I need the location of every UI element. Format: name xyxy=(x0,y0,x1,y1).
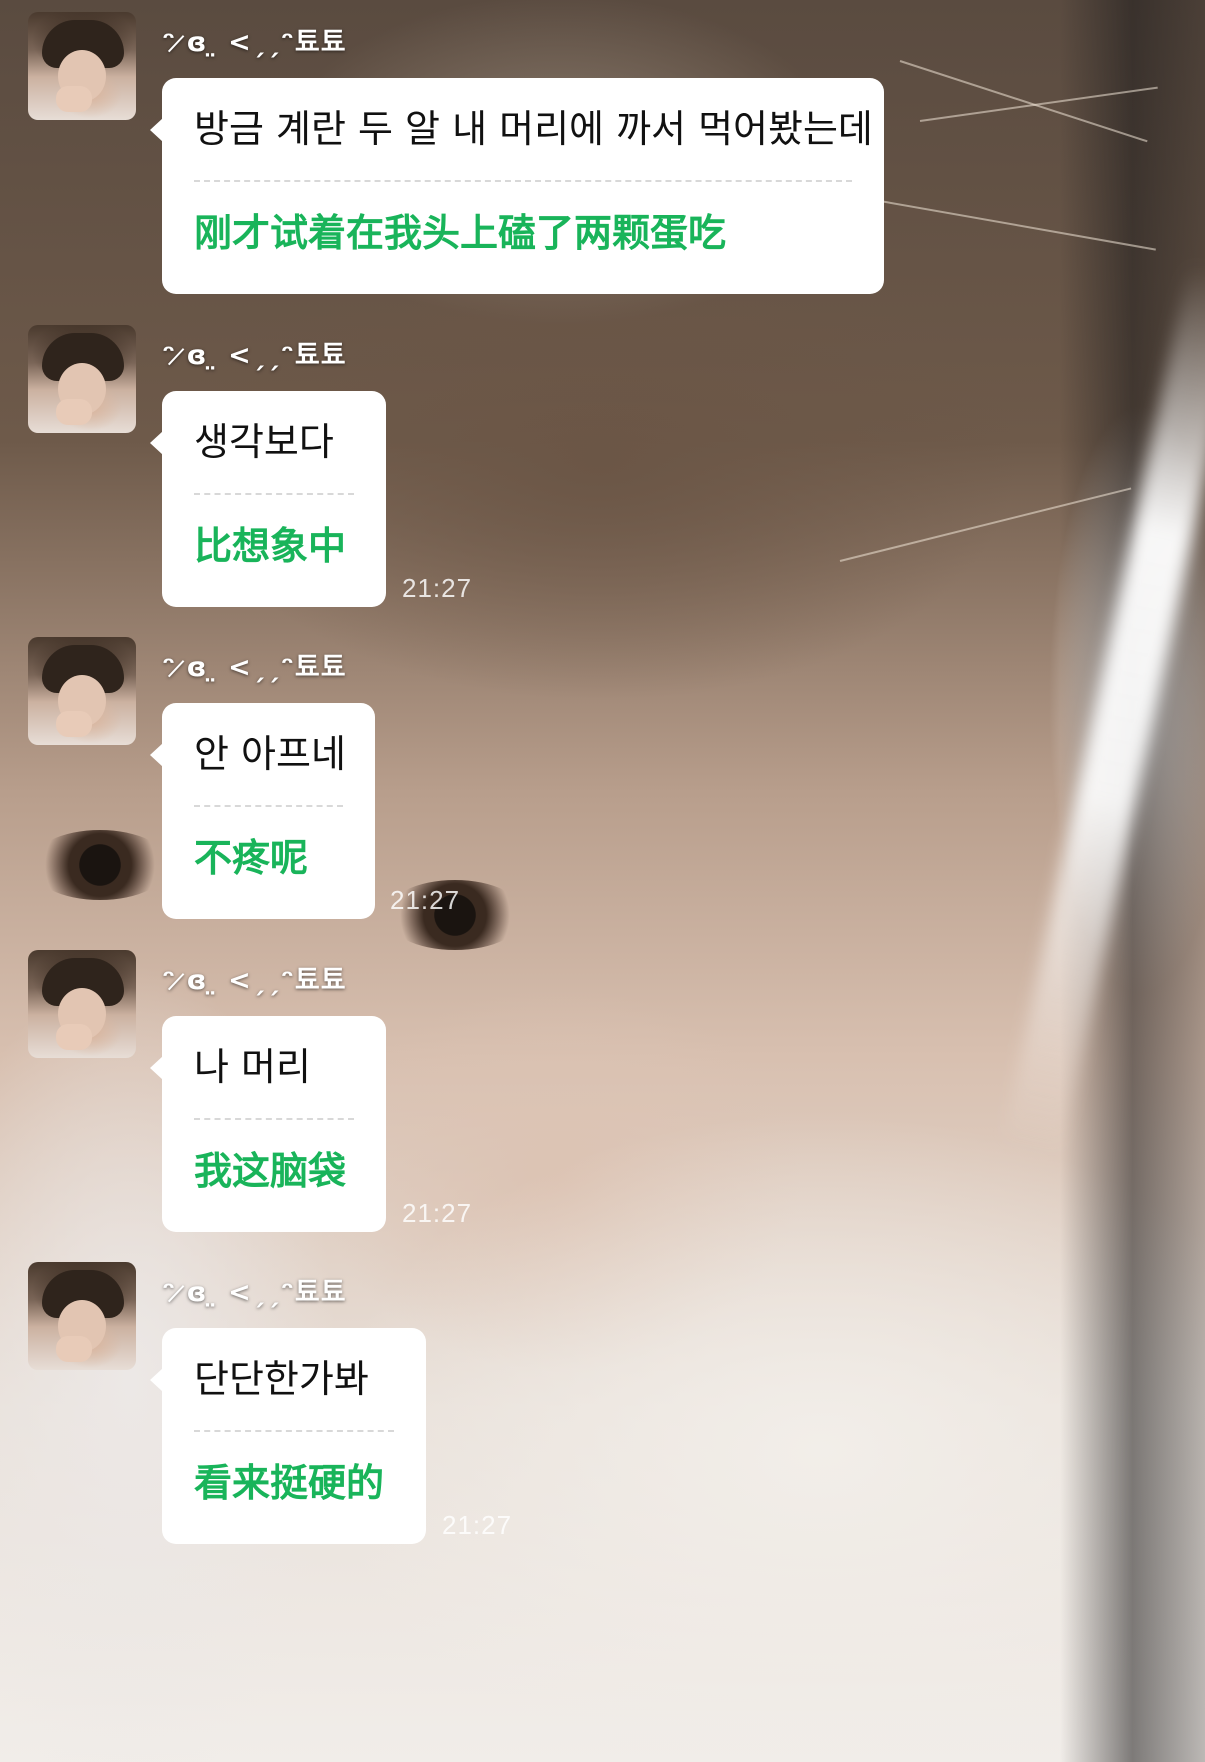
sender-avatar[interactable] xyxy=(28,950,136,1058)
message-bubble[interactable]: 안 아프네 不疼呢 xyxy=(150,703,375,919)
message-korean-text: 나 머리 xyxy=(194,1045,311,1089)
chat-message: ᵔ ̷ɞ ̤ <ˏˏᵔ툐툐 안 아프네 不疼呢 21:27 xyxy=(28,637,1178,967)
message-translation-text: 不疼呢 xyxy=(194,836,309,880)
avatar-hand xyxy=(56,711,92,737)
translation-divider xyxy=(194,493,354,495)
message-korean-text: 방금 계란 두 알 내 머리에 까서 먹어봤는데 xyxy=(194,107,873,151)
message-korean-text: 생각보다 xyxy=(194,420,334,464)
translation-divider xyxy=(194,1430,394,1432)
sender-avatar[interactable] xyxy=(28,637,136,745)
message-translation-text: 比想象中 xyxy=(194,524,347,568)
translation-divider xyxy=(194,805,343,807)
message-translation-text: 我这脑袋 xyxy=(194,1149,347,1193)
message-bubble[interactable]: 방금 계란 두 알 내 머리에 까서 먹어봤는데 刚才试着在我头上磕了两颗蛋吃 xyxy=(150,78,884,294)
message-timestamp: 21:27 xyxy=(402,1198,473,1228)
message-timestamp: 21:27 xyxy=(390,885,461,915)
translation-divider xyxy=(194,1118,354,1120)
sender-nickname: ᵔ ̷ɞ ̤ <ˏˏᵔ툐툐 xyxy=(162,27,347,58)
message-korean-text: 안 아프네 xyxy=(194,732,346,776)
chat-message: ᵔ ̷ɞ ̤ <ˏˏᵔ툐툐 생각보다 比想象中 21:27 xyxy=(28,325,1178,655)
avatar-hand xyxy=(56,399,92,425)
message-bubble[interactable]: 생각보다 比想象中 xyxy=(150,391,386,607)
sender-nickname: ᵔ ̷ɞ ̤ <ˏˏᵔ툐툐 xyxy=(162,965,347,996)
sender-avatar[interactable] xyxy=(28,12,136,120)
avatar-hand xyxy=(56,1336,92,1362)
sender-nickname: ᵔ ̷ɞ ̤ <ˏˏᵔ툐툐 xyxy=(162,1277,347,1308)
avatar-hand xyxy=(56,86,92,112)
sender-avatar[interactable] xyxy=(28,1262,136,1370)
message-timestamp: 21:27 xyxy=(402,573,473,603)
sender-nickname: ᵔ ̷ɞ ̤ <ˏˏᵔ툐툐 xyxy=(162,340,347,371)
sender-nickname: ᵔ ̷ɞ ̤ <ˏˏᵔ툐툐 xyxy=(162,652,347,683)
translation-divider xyxy=(194,180,852,182)
message-korean-text: 단단한가봐 xyxy=(194,1357,369,1401)
message-bubble[interactable]: 단단한가봐 看来挺硬的 xyxy=(150,1328,426,1544)
avatar-hand xyxy=(56,1024,92,1050)
chat-message: ᵔ ̷ɞ ̤ <ˏˏᵔ툐툐 나 머리 我这脑袋 21:27 xyxy=(28,950,1178,1280)
message-bubble[interactable]: 나 머리 我这脑袋 xyxy=(150,1016,386,1232)
message-translation-text: 刚才试着在我头上磕了两颗蛋吃 xyxy=(194,211,727,255)
chat-message: ᵔ ̷ɞ ̤ <ˏˏᵔ툐툐 방금 계란 두 알 내 머리에 까서 먹어봤는데 刚… xyxy=(28,12,1178,342)
message-timestamp: 21:27 xyxy=(442,1510,513,1540)
message-translation-text: 看来挺硬的 xyxy=(194,1461,385,1505)
chat-message: ᵔ ̷ɞ ̤ <ˏˏᵔ툐툐 단단한가봐 看来挺硬的 21:27 xyxy=(28,1262,1178,1592)
sender-avatar[interactable] xyxy=(28,325,136,433)
